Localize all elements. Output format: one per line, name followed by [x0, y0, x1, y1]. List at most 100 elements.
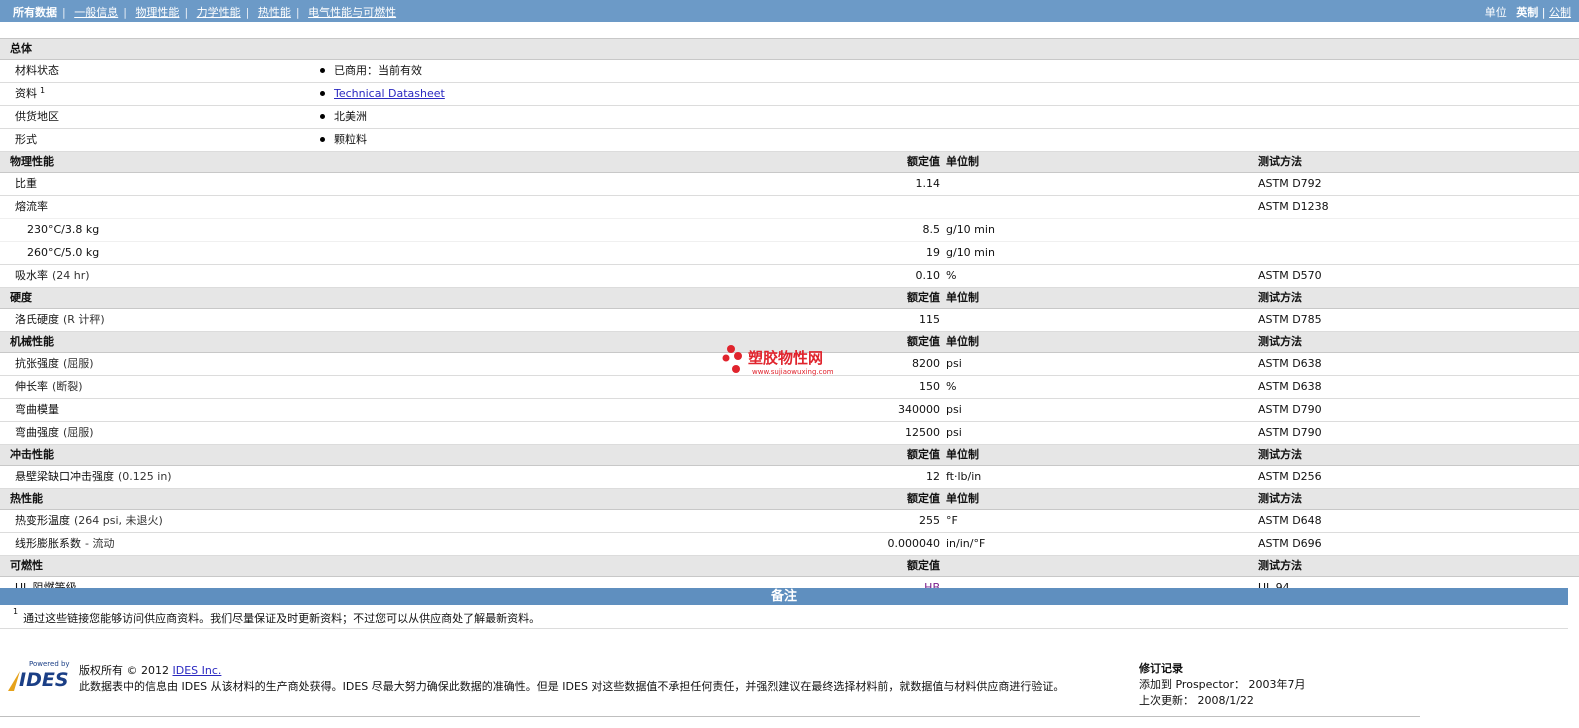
watermark-name: 塑胶物性网: [748, 349, 824, 367]
col-header-method: 测试方法: [1258, 492, 1302, 505]
tab-mechanical[interactable]: 力学性能: [197, 6, 241, 19]
table-row: 形式 颗粒料: [0, 129, 1579, 152]
row-label: 线形膨胀系数 - 流动: [15, 537, 115, 550]
row-label: 吸水率 (24 hr): [15, 269, 90, 282]
col-header-unit: 单位制: [946, 155, 979, 168]
row-value: 8200: [912, 357, 940, 370]
unit-metric-link[interactable]: 公制: [1549, 6, 1571, 19]
section-title: 总体: [10, 42, 32, 55]
row-condition: - 流动: [85, 537, 115, 550]
row-value: 已商用：当前有效: [320, 60, 422, 82]
divider: [0, 628, 1568, 629]
logo-powered-by: Powered by: [29, 660, 70, 668]
row-label: 弯曲模量: [15, 403, 59, 416]
row-method: ASTM D648: [1258, 514, 1322, 527]
tab-physical[interactable]: 物理性能: [135, 6, 179, 19]
footnote-text: 通过这些链接您能够访问供应商资料。我们尽量保证及时更新资料；不过您可以从供应商处…: [23, 612, 541, 625]
row-label: 弯曲强度 (屈服): [15, 426, 94, 439]
row-condition: (264 psi, 未退火): [74, 514, 163, 527]
table-row: 热变形温度 (264 psi, 未退火) 255 °F ASTM D648: [0, 510, 1579, 533]
col-header-value: 额定值: [907, 492, 940, 505]
row-unit: g/10 min: [946, 223, 995, 236]
tab-list: 所有数据 | 一般信息 | 物理性能 | 力学性能 | 热性能 | 电气性能与可燃性: [13, 6, 397, 19]
section-title: 热性能: [10, 492, 43, 505]
divider: [0, 716, 1420, 717]
section-title: 物理性能: [10, 155, 54, 168]
section-header-general: 总体: [0, 39, 1579, 60]
unit-separator: |: [1541, 6, 1546, 19]
tab-electrical-flammability[interactable]: 电气性能与可燃性: [308, 6, 396, 19]
col-header-method: 测试方法: [1258, 448, 1302, 461]
section-header-hardness: 硬度 额定值 单位制 测试方法: [0, 288, 1579, 309]
row-method: ASTM D1238: [1258, 200, 1329, 213]
col-header-unit: 单位制: [946, 335, 979, 348]
revision-title: 修订记录: [1139, 662, 1183, 675]
row-value: 340000: [898, 403, 940, 416]
row-condition: (屈服): [63, 426, 94, 439]
bullet-icon: [320, 90, 325, 96]
section-title: 可燃性: [10, 559, 43, 572]
row-method: ASTM D696: [1258, 537, 1322, 550]
row-label: 熔流率: [15, 200, 48, 213]
row-label: 抗张强度 (屈服): [15, 357, 94, 370]
row-value: 北美洲: [320, 106, 367, 128]
row-label: 形式: [15, 133, 37, 146]
dots-logo-icon: [722, 345, 742, 373]
col-header-unit: 单位制: [946, 291, 979, 304]
tab-all-data[interactable]: 所有数据: [13, 6, 57, 19]
table-row: 悬壁梁缺口冲击强度 (0.125 in) 12 ft·lb/in ASTM D25…: [0, 466, 1579, 489]
watermark-url: www.sujiaowuxing.com: [752, 368, 834, 376]
row-method: ASTM D638: [1258, 380, 1322, 393]
row-label: 悬壁梁缺口冲击强度 (0.125 in): [15, 470, 172, 483]
logo-text: IDES: [19, 669, 69, 691]
row-value: 115: [919, 313, 940, 326]
col-header-value: 额定值: [907, 448, 940, 461]
row-value: 12: [926, 470, 940, 483]
tab-general-info[interactable]: 一般信息: [74, 6, 118, 19]
row-value: 0.000040: [887, 537, 941, 550]
row-unit: psi: [946, 426, 962, 439]
table-row: 供货地区 北美洲: [0, 106, 1579, 129]
row-method: ASTM D638: [1258, 357, 1322, 370]
table-row: 熔流率 ASTM D1238: [0, 196, 1579, 219]
row-value: 0.10: [915, 269, 941, 282]
row-method: ASTM D256: [1258, 470, 1322, 483]
row-condition: (屈服): [63, 357, 94, 370]
unit-imperial: 英制: [1516, 6, 1539, 19]
col-header-method: 测试方法: [1258, 155, 1302, 168]
col-header-value: 额定值: [907, 335, 940, 348]
section-title: 机械性能: [10, 335, 54, 348]
row-value: 255: [919, 514, 940, 527]
footnote-ref: 1: [40, 86, 46, 95]
bullet-icon: [320, 136, 325, 142]
col-header-method: 测试方法: [1258, 291, 1302, 304]
section-title: 硬度: [10, 291, 32, 304]
row-label: 260°C/5.0 kg: [27, 246, 100, 259]
col-header-unit: 单位制: [946, 492, 979, 505]
row-condition: (24 hr): [52, 269, 90, 282]
table-row: 吸水率 (24 hr) 0.10 % ASTM D570: [0, 265, 1579, 288]
col-header-value: 额定值: [907, 291, 940, 304]
disclaimer: 此数据表中的信息由 IDES 从该材料的生产商处获得。IDES 尽最大努力确保此…: [79, 680, 1065, 693]
row-value: 12500: [905, 426, 940, 439]
row-value: 8.5: [922, 223, 941, 236]
technical-datasheet-link[interactable]: Technical Datasheet: [334, 87, 445, 100]
ides-logo[interactable]: Powered by IDES: [7, 660, 71, 692]
row-unit: g/10 min: [946, 246, 995, 259]
company-link[interactable]: IDES Inc.: [173, 664, 222, 677]
col-header-unit: 单位制: [946, 448, 979, 461]
row-unit: %: [946, 380, 957, 393]
table-row: 弯曲模量 340000 psi ASTM D790: [0, 399, 1579, 422]
table-row: 230°C/3.8 kg 8.5 g/10 min: [0, 219, 1579, 242]
row-label: 洛氏硬度 (R 计秤): [15, 313, 105, 326]
row-unit: in/in/°F: [946, 537, 986, 550]
revision-history: 修订记录 添加到 Prospector： 2003年7月 上次更新： 2008/…: [1139, 661, 1306, 709]
notes-footnote: 1 通过这些链接您能够访问供应商资料。我们尽量保证及时更新资料；不过您可以从供应商…: [13, 607, 541, 626]
row-method: ASTM D570: [1258, 269, 1322, 282]
bullet-icon: [320, 113, 325, 119]
table-row: 线形膨胀系数 - 流动 0.000040 in/in/°F ASTM D696: [0, 533, 1579, 556]
row-label: 比重: [15, 177, 37, 190]
section-header-impact: 冲击性能 额定值 单位制 测试方法: [0, 445, 1579, 466]
tab-thermal[interactable]: 热性能: [258, 6, 291, 19]
col-header-method: 测试方法: [1258, 559, 1302, 572]
